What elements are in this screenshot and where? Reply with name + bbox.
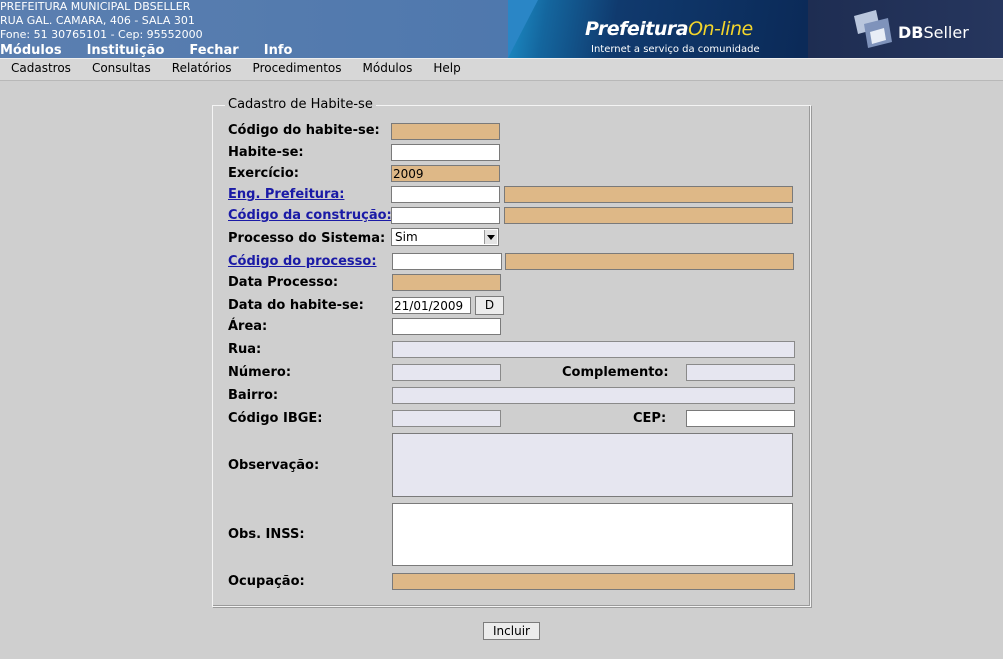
codigo-processo-field[interactable] <box>392 253 502 270</box>
data-habite-field[interactable]: 21/01/2009 <box>392 297 471 314</box>
label-habite: Habite-se: <box>228 145 304 160</box>
bairro-field <box>392 387 795 404</box>
address-line-1: PREFEITURA MUNICIPAL DBSELLER <box>0 0 191 13</box>
incluir-button[interactable]: Incluir <box>483 622 540 640</box>
processo-desc-field <box>505 253 794 270</box>
label-exercicio: Exercício: <box>228 166 299 181</box>
logo-db-bold: DB <box>898 23 924 42</box>
label-codigo-habite: Código do habite-se: <box>228 123 380 138</box>
rua-field <box>392 341 795 358</box>
complemento-field <box>686 364 795 381</box>
label-area: Área: <box>228 319 268 334</box>
chevron-down-icon <box>484 230 497 244</box>
codigo-construcao-field[interactable] <box>391 207 500 224</box>
date-picker-button[interactable]: D <box>475 296 504 315</box>
label-data-habite: Data do habite-se: <box>228 298 364 313</box>
label-ocupacao: Ocupação: <box>228 574 305 589</box>
top-nav-instituicao[interactable]: Instituição <box>87 43 165 58</box>
dbseller-logo-icon <box>854 10 892 48</box>
obs-inss-textarea[interactable] <box>392 503 793 566</box>
menu-consultas[interactable]: Consultas <box>81 59 161 80</box>
label-codigo-ibge: Código IBGE: <box>228 411 323 426</box>
top-nav-info[interactable]: Info <box>264 43 293 58</box>
ocupacao-field <box>392 573 795 590</box>
menu-relatorios[interactable]: Relatórios <box>161 59 242 80</box>
institution-address: PREFEITURA MUNICIPAL DBSELLER RUA GAL. C… <box>0 0 203 42</box>
top-nav-fechar[interactable]: Fechar <box>189 43 238 58</box>
logo-db-rest: Seller <box>923 23 969 42</box>
exercicio-field: 2009 <box>391 165 500 182</box>
data-processo-field <box>392 274 501 291</box>
label-eng-prefeitura: Eng. Prefeitura: <box>228 187 344 202</box>
eng-prefeitura-name-field <box>504 186 793 203</box>
codigo-construcao-link[interactable]: Código da construção: <box>228 208 392 223</box>
numero-field <box>392 364 501 381</box>
codigo-ibge-field <box>392 410 501 427</box>
label-cep: CEP: <box>633 411 667 426</box>
address-line-2: RUA GAL. CAMARA, 406 - SALA 301 <box>0 14 195 27</box>
menu-help[interactable]: Help <box>422 59 470 80</box>
label-numero: Número: <box>228 365 292 380</box>
prefeitura-online-logo: PrefeituraOn-line <box>585 18 753 40</box>
cep-field[interactable] <box>686 410 795 427</box>
codigo-processo-link[interactable]: Código do processo: <box>228 254 377 269</box>
top-nav: Módulos Instituição Fechar Info <box>0 43 317 58</box>
codigo-habite-field <box>391 123 500 140</box>
processo-sistema-value: Sim <box>395 230 418 244</box>
address-line-3: Fone: 51 30765101 - Cep: 95552000 <box>0 28 203 41</box>
label-obs-inss: Obs. INSS: <box>228 527 305 542</box>
label-data-processo: Data Processo: <box>228 275 339 290</box>
label-codigo-construcao: Código da construção: <box>228 208 392 223</box>
label-complemento: Complemento: <box>562 365 669 380</box>
top-nav-modulos[interactable]: Módulos <box>0 43 62 58</box>
logo-online-text: On-line <box>688 18 753 40</box>
observacao-textarea[interactable] <box>392 433 793 497</box>
label-rua: Rua: <box>228 342 262 357</box>
menu-modulos[interactable]: Módulos <box>352 59 423 80</box>
dbseller-logo-text: DBSeller <box>898 23 969 42</box>
habite-field[interactable] <box>391 144 500 161</box>
label-processo-sistema: Processo do Sistema: <box>228 231 386 246</box>
menu-bar: Cadastros Consultas Relatórios Procedime… <box>0 58 1003 81</box>
eng-prefeitura-code-field[interactable] <box>391 186 500 203</box>
label-codigo-processo: Código do processo: <box>228 254 377 269</box>
area-field[interactable] <box>392 318 501 335</box>
menu-procedimentos[interactable]: Procedimentos <box>242 59 352 80</box>
logo-prefeitura-text: Prefeitura <box>585 18 689 40</box>
fieldset-legend: Cadastro de Habite-se <box>225 97 376 112</box>
eng-prefeitura-link[interactable]: Eng. Prefeitura: <box>228 187 344 202</box>
label-observacao: Observação: <box>228 458 320 473</box>
label-bairro: Bairro: <box>228 388 279 403</box>
menu-cadastros[interactable]: Cadastros <box>0 59 81 80</box>
processo-sistema-select[interactable]: Sim <box>391 228 499 246</box>
construcao-desc-field <box>504 207 793 224</box>
logo-tagline: Internet a serviço da comunidade <box>591 44 760 55</box>
